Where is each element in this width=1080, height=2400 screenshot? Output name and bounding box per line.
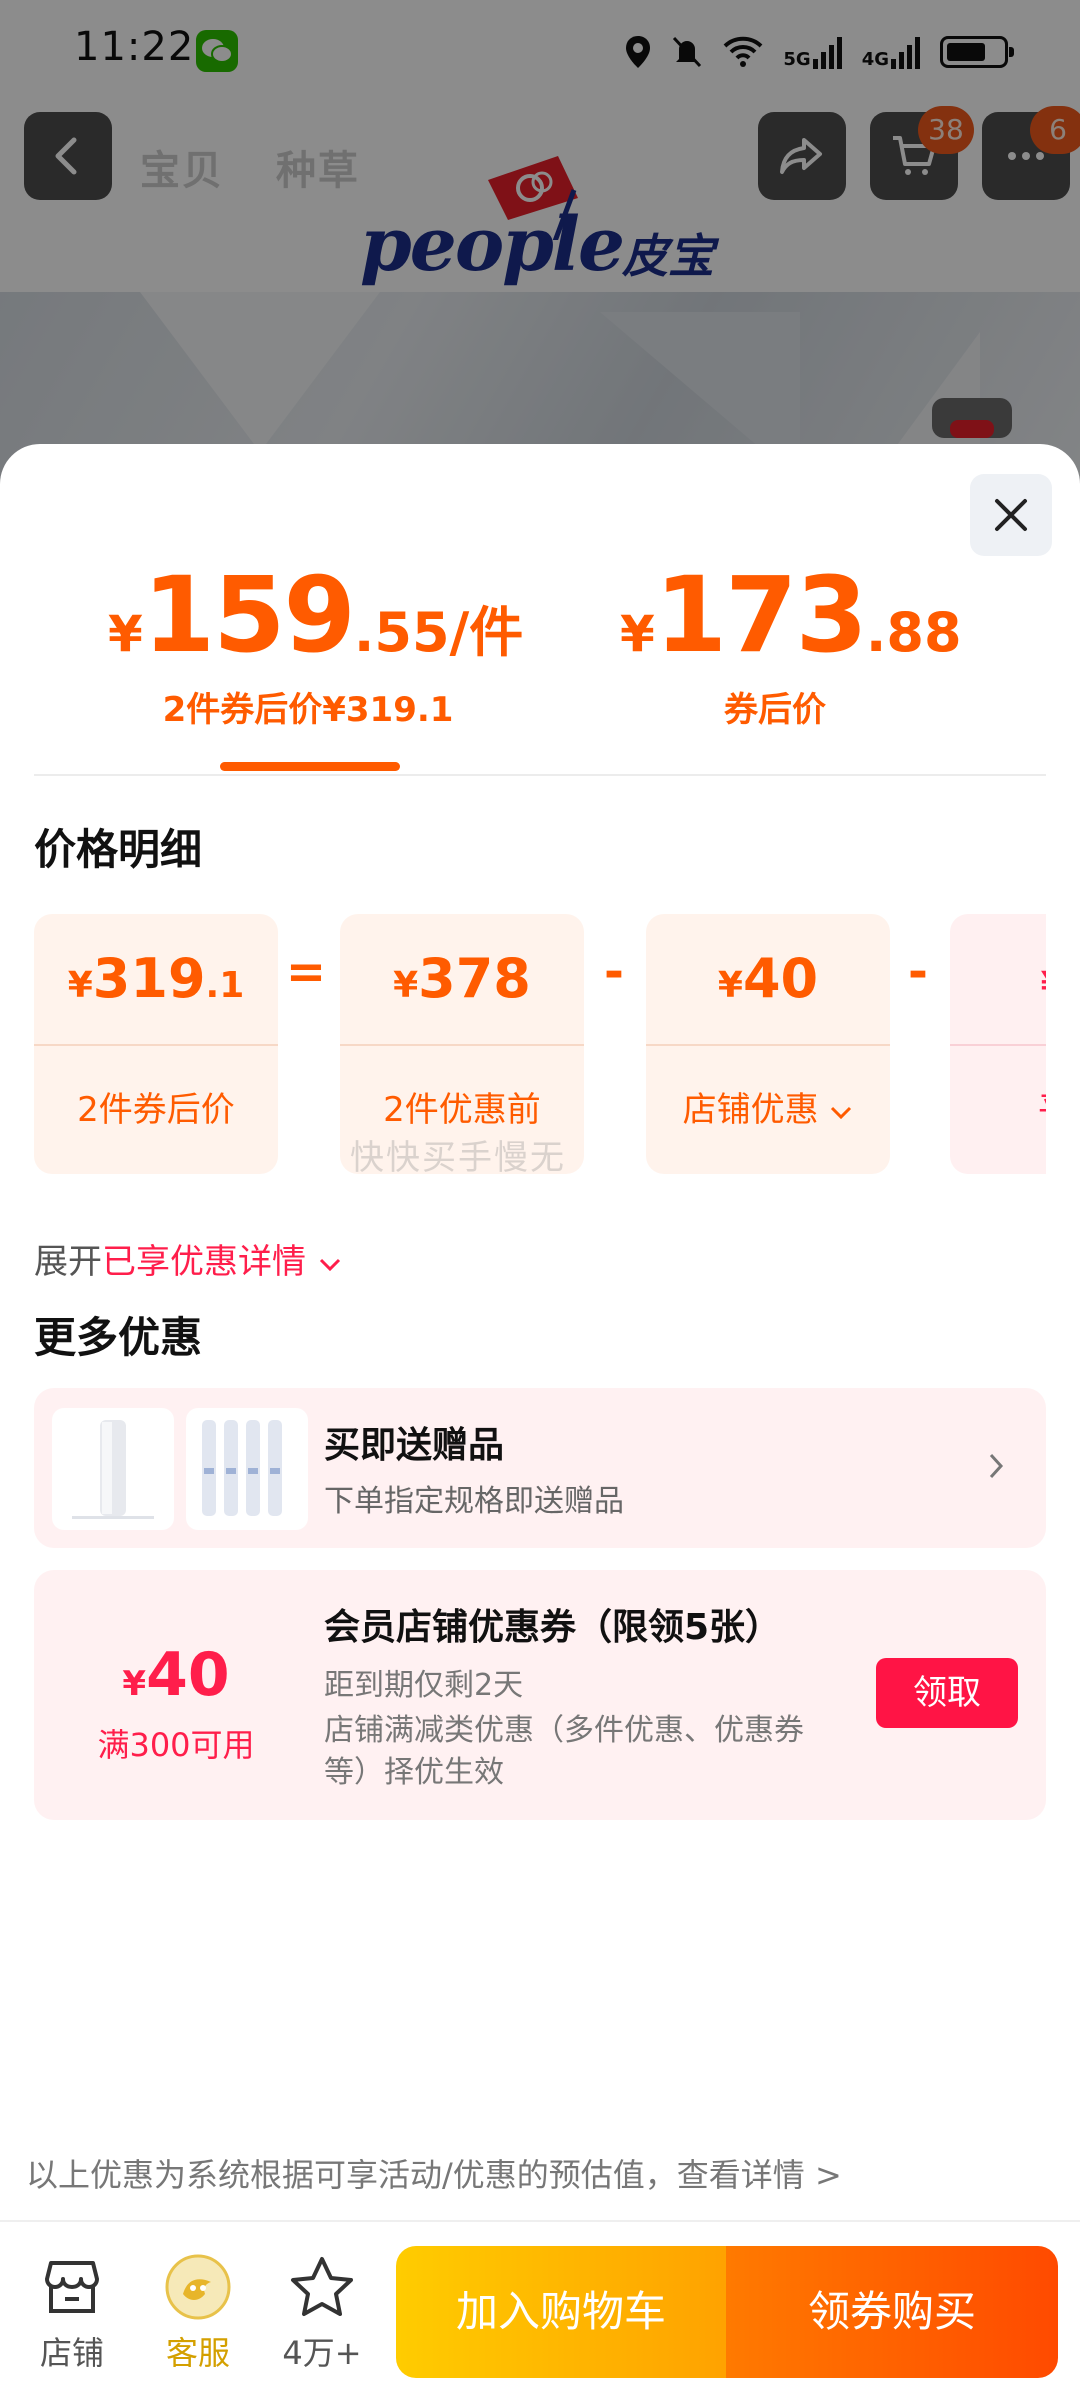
store-coupon-card: ¥40 满300可用 会员店铺优惠券（限领5张） 距到期仅剩2天 店铺满减类优惠… [34, 1570, 1046, 1820]
favorite-count: 4万+ [282, 2334, 362, 2372]
add-to-cart-button[interactable]: 加入购物车 [396, 2246, 726, 2378]
watermark-text: 快快买手慢无 [350, 1138, 566, 1178]
favorite-button[interactable]: 4万+ [272, 2252, 372, 2374]
chevron-down-icon [831, 1106, 852, 1119]
store-icon [45, 2261, 99, 2313]
gift-title: 买即送赠品 [324, 1425, 505, 1466]
price-tab-multi[interactable]: ¥159.55/件 2件券后价¥319.1 [108, 554, 524, 731]
price-tab-single-amount: ¥173.88 [620, 554, 962, 676]
breakdown-card-platform-discount[interactable]: ¥1 平台 [950, 914, 1046, 1174]
price-detail-sheet: ¥159.55/件 2件券后价¥319.1 ¥173.88 券后价 价格明细 ¥… [0, 444, 1080, 2220]
gift-description: 下单指定规格即送赠品 [324, 1484, 624, 1519]
breakdown-label: 平台 [950, 1046, 1046, 1174]
breakdown-label: 店铺优惠 [646, 1046, 890, 1174]
more-offers-title: 更多优惠 [34, 1313, 203, 1362]
store-label: 店铺 [39, 2334, 104, 2372]
customer-service-button[interactable]: 客服 [148, 2252, 248, 2374]
price-detail-title: 价格明细 [34, 825, 203, 874]
close-icon [995, 499, 1027, 531]
price-tab-multi-amount: ¥159.55/件 [108, 554, 524, 676]
price-tab-multi-label: 2件券后价¥319.1 [162, 690, 454, 730]
breakdown-card-final: ¥319.1 2件券后价 [34, 914, 278, 1174]
coupon-expiry: 距到期仅剩2天 [324, 1668, 524, 1703]
gift-product-thumbnail [186, 1408, 308, 1530]
price-tab-single[interactable]: ¥173.88 券后价 [620, 554, 962, 731]
minus-operator: - [908, 944, 928, 1000]
gift-product-thumbnail [52, 1408, 174, 1530]
divider [34, 774, 1046, 776]
coupon-title: 会员店铺优惠券（限领5张） [324, 1607, 782, 1648]
chevron-down-icon [319, 1258, 340, 1271]
breakdown-card-store-discount[interactable]: ¥40 店铺优惠 [646, 914, 890, 1174]
price-tab-single-label: 券后价 [724, 690, 826, 730]
store-button[interactable]: 店铺 [22, 2252, 122, 2374]
star-icon [291, 2257, 353, 2316]
claim-coupon-buy-button[interactable]: 领券购买 [726, 2246, 1058, 2378]
customer-service-icon [165, 2254, 231, 2320]
minus-operator: - [604, 944, 624, 1000]
close-button[interactable] [970, 474, 1052, 556]
breakdown-label: 2件券后价 [77, 1090, 235, 1130]
expand-discount-details-link[interactable]: 展开已享优惠详情 [34, 1234, 343, 1283]
equals-operator: = [285, 944, 327, 1000]
tab-selected-indicator [220, 762, 400, 771]
claim-coupon-button[interactable]: 领取 [876, 1658, 1018, 1728]
chevron-right-icon [989, 1453, 1004, 1479]
gift-offer-card[interactable]: 买即送赠品 下单指定规格即送赠品 [34, 1388, 1046, 1548]
coupon-amount: ¥40 [122, 1640, 230, 1710]
customer-service-label: 客服 [165, 2334, 230, 2372]
disclaimer-link[interactable]: 以上优惠为系统根据可享活动/优惠的预估值，查看详情 > [26, 2150, 842, 2196]
bottom-action-bar: 店铺 客服 4万+ 加入购物车 领券购买 [0, 2220, 1080, 2400]
coupon-condition: 满300可用 [97, 1726, 255, 1764]
coupon-rule: 店铺满减类优惠（多件优惠、优惠券等）择优生效 [324, 1713, 804, 1790]
